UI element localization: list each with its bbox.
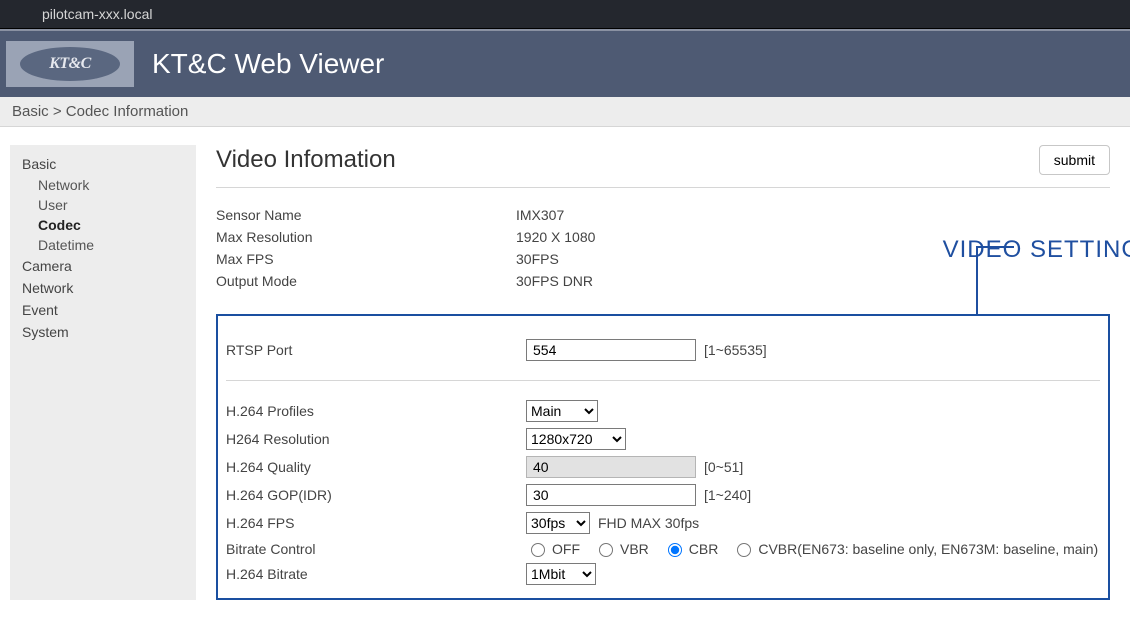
main-content: Video Infomation submit Sensor Name IMX3… bbox=[196, 145, 1120, 600]
row-bitrate-control: Bitrate Control OFF VBR CBR CVBR(EN673: … bbox=[226, 537, 1100, 560]
row-h264-quality: H.264 Quality [0~51] bbox=[226, 453, 1100, 481]
field-label: H.264 Quality bbox=[226, 459, 526, 475]
sidebar-item-codec[interactable]: Codec bbox=[10, 215, 196, 235]
row-h264-bitrate: H.264 Bitrate 1Mbit bbox=[226, 560, 1100, 588]
field-hint: [1~240] bbox=[704, 487, 751, 503]
info-value: 30FPS DNR bbox=[516, 273, 1110, 289]
field-label: H.264 FPS bbox=[226, 515, 526, 531]
h264-bitrate-select[interactable]: 1Mbit bbox=[526, 563, 596, 585]
app-header: KT&C KT&C Web Viewer bbox=[0, 29, 1130, 97]
field-hint: [0~51] bbox=[704, 459, 743, 475]
info-label: Max Resolution bbox=[216, 229, 516, 245]
field-label: RTSP Port bbox=[226, 342, 526, 358]
annotation-label: VIDEO SETTINGS bbox=[943, 236, 1130, 264]
info-label: Sensor Name bbox=[216, 207, 516, 223]
sidebar-item-datetime[interactable]: Datetime bbox=[10, 235, 196, 255]
video-settings-annotation: VIDEO SETTINGS RTSP Port [1~65535] H.264… bbox=[216, 314, 1110, 600]
h264-resolution-select[interactable]: 1280x720 bbox=[526, 428, 626, 450]
row-h264-resolution: H264 Resolution 1280x720 bbox=[226, 425, 1100, 453]
info-label: Max FPS bbox=[216, 251, 516, 267]
page-title: Video Infomation bbox=[216, 146, 1039, 174]
h264-fps-select[interactable]: 30fps bbox=[526, 512, 590, 534]
field-hint: FHD MAX 30fps bbox=[598, 515, 699, 531]
sidebar-item-user[interactable]: User bbox=[10, 195, 196, 215]
bitrate-cbr-radio[interactable]: CBR bbox=[663, 540, 719, 557]
sidebar: Basic Network User Codec Datetime Camera… bbox=[10, 145, 196, 600]
brand-logo: KT&C bbox=[6, 41, 134, 87]
divider bbox=[226, 380, 1100, 381]
row-rtsp-port: RTSP Port [1~65535] bbox=[226, 336, 1100, 364]
breadcrumb: Basic > Codec Information bbox=[0, 97, 1130, 127]
row-h264-gop: H.264 GOP(IDR) [1~240] bbox=[226, 481, 1100, 509]
browser-url-bar: pilotcam-xxx.local bbox=[0, 0, 1130, 29]
row-h264-profiles: H.264 Profiles Main bbox=[226, 397, 1100, 425]
brand-logo-text: KT&C bbox=[20, 47, 120, 81]
sidebar-group-event[interactable]: Event bbox=[10, 299, 196, 321]
info-label: Output Mode bbox=[216, 273, 516, 289]
app-title: KT&C Web Viewer bbox=[152, 48, 384, 80]
field-label: H.264 GOP(IDR) bbox=[226, 487, 526, 503]
sidebar-item-network[interactable]: Network bbox=[10, 175, 196, 195]
video-settings-panel: RTSP Port [1~65535] H.264 Profiles Main bbox=[216, 314, 1110, 600]
field-hint: [1~65535] bbox=[704, 342, 767, 358]
submit-button[interactable]: submit bbox=[1039, 145, 1110, 175]
rtsp-port-input[interactable] bbox=[526, 339, 696, 361]
bitrate-control-radio-group: OFF VBR CBR CVBR(EN673: baseline only, E… bbox=[526, 540, 1098, 557]
sidebar-group-system[interactable]: System bbox=[10, 321, 196, 343]
bitrate-vbr-radio[interactable]: VBR bbox=[594, 540, 649, 557]
field-label: H.264 Profiles bbox=[226, 403, 526, 419]
bitrate-off-radio[interactable]: OFF bbox=[526, 540, 580, 557]
bitrate-cvbr-radio[interactable]: CVBR(EN673: baseline only, EN673M: basel… bbox=[732, 540, 1098, 557]
row-h264-fps: H.264 FPS 30fps FHD MAX 30fps bbox=[226, 509, 1100, 537]
field-label: H264 Resolution bbox=[226, 431, 526, 447]
h264-quality-input bbox=[526, 456, 696, 478]
h264-profiles-select[interactable]: Main bbox=[526, 400, 598, 422]
info-row-sensor: Sensor Name IMX307 bbox=[216, 204, 1110, 226]
sidebar-group-camera[interactable]: Camera bbox=[10, 255, 196, 277]
field-label: Bitrate Control bbox=[226, 541, 526, 557]
sidebar-group-network[interactable]: Network bbox=[10, 277, 196, 299]
sidebar-group-basic[interactable]: Basic bbox=[10, 153, 196, 175]
h264-gop-input[interactable] bbox=[526, 484, 696, 506]
field-label: H.264 Bitrate bbox=[226, 566, 526, 582]
info-value: IMX307 bbox=[516, 207, 1110, 223]
